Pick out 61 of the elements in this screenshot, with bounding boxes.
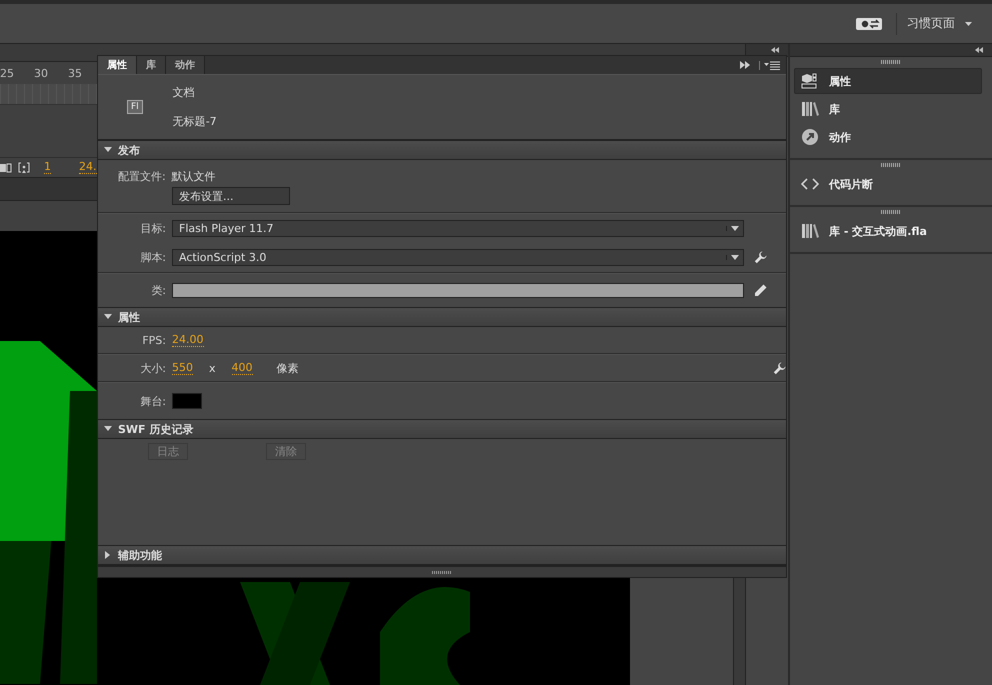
field-label: 脚本: <box>139 250 166 265</box>
document-type: 文档 <box>172 85 196 100</box>
wrench-icon[interactable] <box>773 362 786 374</box>
section-header[interactable]: 属性 <box>98 308 786 327</box>
caret-icon <box>965 22 972 26</box>
document-icon: Fl <box>127 100 143 114</box>
collapse-icon[interactable] <box>770 47 780 53</box>
unit-label: 像素 <box>276 360 299 376</box>
height-value[interactable]: 400 <box>232 362 253 374</box>
panel-button[interactable]: 属性 <box>794 68 982 94</box>
expand-icon[interactable] <box>739 61 751 69</box>
expanded-triangle-icon <box>104 313 112 321</box>
document-name: 无标题-7 <box>172 114 217 129</box>
frame-view-icon[interactable] <box>0 162 12 174</box>
panel-tab[interactable]: 属性 <box>98 56 137 74</box>
books-icon <box>801 101 821 117</box>
field-label: 类: <box>150 283 166 298</box>
field-label: 舞台: <box>139 394 166 408</box>
books-icon <box>801 223 821 239</box>
arrow-circle-icon <box>801 128 821 146</box>
resize-handle[interactable] <box>98 565 786 577</box>
sync-settings-button[interactable] <box>856 18 882 30</box>
wrench-icon[interactable] <box>754 251 767 264</box>
drag-handle[interactable] <box>881 210 901 214</box>
workspace-dropdown[interactable]: 习惯页面 <box>907 15 972 32</box>
pencil-icon[interactable] <box>754 284 767 297</box>
section-header[interactable]: 发布 <box>98 141 786 160</box>
panel-button[interactable]: 动作 <box>794 124 982 150</box>
stage-color-swatch[interactable] <box>172 393 202 409</box>
profile-value: 默认文件 <box>172 169 216 184</box>
publish-settings-button[interactable]: 发布设置... <box>172 187 290 205</box>
field-label: 大小: <box>139 360 166 376</box>
panel-button[interactable]: 库 <box>794 96 982 122</box>
panel-button[interactable]: 库 - 交互式动画.fla <box>794 218 982 244</box>
panel-tab[interactable]: 动作 <box>166 56 205 74</box>
collapsed-triangle-icon <box>104 551 112 559</box>
expanded-triangle-icon <box>104 146 112 154</box>
frame-number: 25 <box>0 66 14 80</box>
panel-tab[interactable]: 库 <box>137 56 166 74</box>
drag-handle[interactable] <box>881 163 901 167</box>
times-sign: x <box>209 362 216 374</box>
field-label: FPS: <box>141 334 166 346</box>
drag-handle[interactable] <box>881 60 901 64</box>
menu-icon[interactable] <box>759 60 780 70</box>
dropdown[interactable]: ActionScript 3.0 <box>172 249 744 266</box>
field-label: 配置文件: <box>118 169 166 184</box>
current-frame[interactable]: 1 <box>44 161 51 174</box>
fps-value[interactable]: 24.00 <box>172 334 204 346</box>
frame-number: 30 <box>34 66 48 80</box>
panel-button[interactable]: 代码片断 <box>794 171 982 197</box>
field-label: 目标: <box>139 221 166 236</box>
dropdown[interactable]: Flash Player 11.7 <box>172 220 744 237</box>
edit-frames-icon[interactable] <box>18 162 30 174</box>
width-value[interactable]: 550 <box>172 362 193 374</box>
expanded-triangle-icon <box>104 425 112 433</box>
section-header[interactable]: SWF 历史记录 <box>98 420 786 439</box>
section-header[interactable]: 辅助功能 <box>98 546 786 565</box>
code-icon <box>801 177 821 191</box>
frame-number: 35 <box>68 66 82 80</box>
class-field[interactable] <box>172 283 744 298</box>
collapse-icon[interactable] <box>974 47 984 53</box>
